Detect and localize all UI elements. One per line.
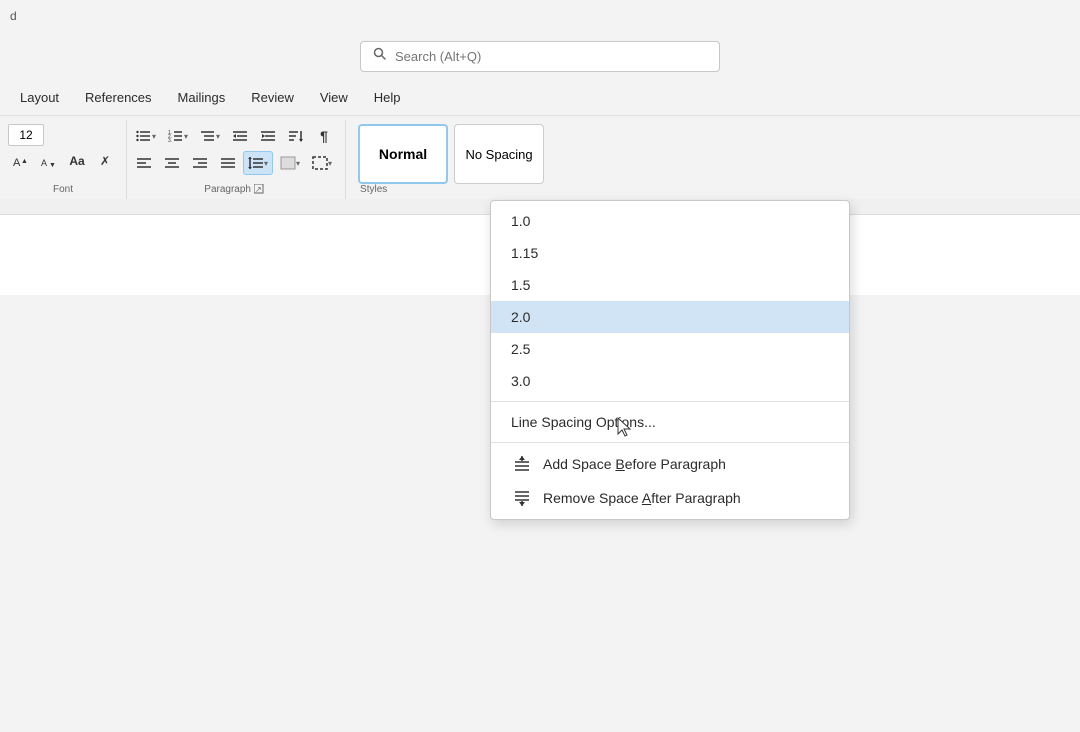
font-size-input[interactable]: 12 [8,124,44,146]
svg-text:▲: ▲ [21,158,28,165]
window-title: d [10,9,17,23]
line-spacing-button[interactable]: ▾ [243,151,273,175]
svg-text:▼: ▼ [49,162,56,169]
align-left-button[interactable] [131,151,157,175]
svg-text:3.: 3. [168,138,172,143]
align-center-button[interactable] [159,151,185,175]
remove-space-after-label: Remove Space After Paragraph [543,490,741,506]
dropdown-separator-1 [491,401,849,402]
line-spacing-1-5[interactable]: 1.5 [491,269,849,301]
border-button[interactable]: ▾ [307,151,337,175]
change-case-button[interactable]: Aa [64,149,90,173]
styles-section-label: Styles [358,184,1072,199]
line-spacing-options-item[interactable]: Line Spacing Options... [491,406,849,438]
title-bar [0,32,1080,80]
shrink-font-button[interactable]: A▼ [36,149,62,173]
show-paragraph-button[interactable]: ¶ [311,124,337,148]
line-spacing-3-0[interactable]: 3.0 [491,365,849,397]
spacing-value-2-5: 2.5 [511,341,539,357]
justify-button[interactable] [215,151,241,175]
svg-text:↗: ↗ [255,185,262,194]
paragraph-section-label: Paragraph ↗ [131,184,337,199]
menu-item-help[interactable]: Help [362,86,413,109]
svg-text:A: A [41,158,47,168]
svg-text:A: A [13,157,21,169]
line-spacing-2-0[interactable]: 2.0 [491,301,849,333]
spacing-value-1-15: 1.15 [511,245,539,261]
line-spacing-dropdown: 1.0 1.15 1.5 2.0 2.5 3.0 Line Spacing Op… [490,200,850,520]
multilevel-list-button[interactable]: ▾ [195,124,225,148]
style-no-spacing[interactable]: No Spacing [454,124,544,184]
menu-item-mailings[interactable]: Mailings [166,86,238,109]
line-spacing-1-0[interactable]: 1.0 [491,205,849,237]
window-chrome: d [0,0,1080,32]
menu-item-view[interactable]: View [308,86,360,109]
sort-button[interactable] [283,124,309,148]
bullet-list-button[interactable]: ▾ [131,124,161,148]
increase-indent-button[interactable] [255,124,281,148]
ribbon: 12 A▲ A▼ Aa ✗ Font [0,116,1080,199]
decrease-indent-button[interactable] [227,124,253,148]
spacing-value-3-0: 3.0 [511,373,539,389]
style-normal-label: Normal [379,146,427,162]
search-box[interactable] [360,41,720,72]
line-spacing-options-label: Line Spacing Options... [511,414,656,430]
spacing-value-2-0: 2.0 [511,309,539,325]
search-icon [373,47,387,66]
clear-formatting-button[interactable]: ✗ [92,149,118,173]
spacing-value-1-0: 1.0 [511,213,539,229]
menu-bar: Layout References Mailings Review View H… [0,80,1080,116]
menu-item-review[interactable]: Review [239,86,306,109]
dropdown-separator-2 [491,442,849,443]
font-section-label: Font [8,184,118,199]
shading-button[interactable]: ▾ [275,151,305,175]
add-space-before-icon [511,455,533,473]
add-space-before-item[interactable]: Add Space Before Paragraph [491,447,849,481]
line-spacing-2-5[interactable]: 2.5 [491,333,849,365]
line-spacing-1-15[interactable]: 1.15 [491,237,849,269]
menu-item-layout[interactable]: Layout [8,86,71,109]
search-input[interactable] [395,49,707,64]
remove-space-after-item[interactable]: Remove Space After Paragraph [491,481,849,515]
menu-item-references[interactable]: References [73,86,163,109]
style-no-spacing-label: No Spacing [465,147,532,162]
style-normal[interactable]: Normal [358,124,448,184]
grow-font-button[interactable]: A▲ [8,149,34,173]
numbered-list-button[interactable]: 1.2.3. ▾ [163,124,193,148]
add-space-before-label: Add Space Before Paragraph [543,456,726,472]
spacing-value-1-5: 1.5 [511,277,539,293]
remove-space-after-icon [511,489,533,507]
align-right-button[interactable] [187,151,213,175]
